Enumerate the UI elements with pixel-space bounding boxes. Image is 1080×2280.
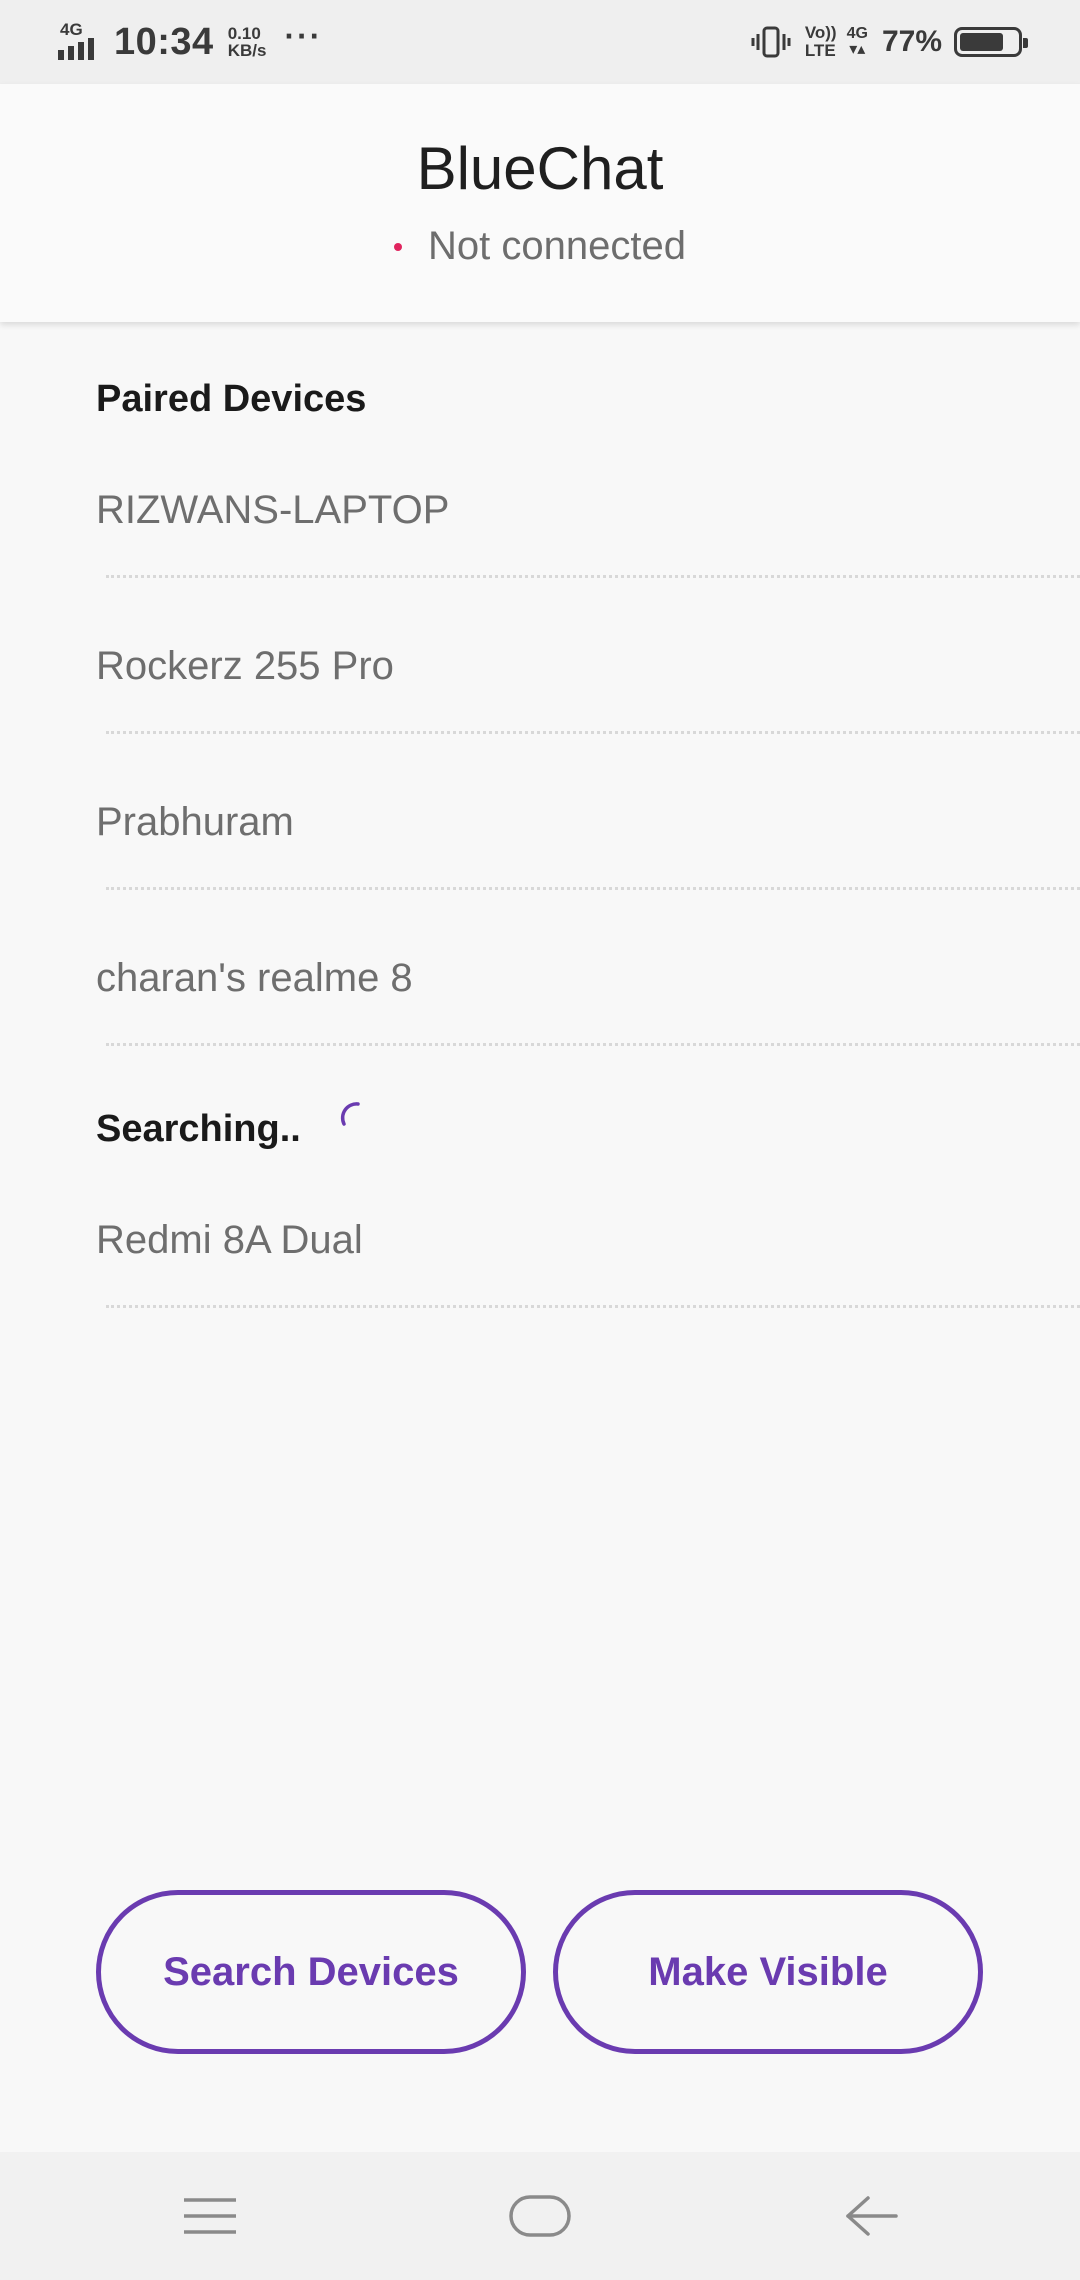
- divider: [106, 575, 1080, 578]
- status-bar: 4G 10:34 0.10 KB/s ··· Vo)) LTE 4G ▾▴ 77…: [0, 0, 1080, 84]
- vibrate-icon: [751, 26, 791, 58]
- searching-title: Searching..: [96, 1108, 301, 1150]
- back-icon[interactable]: [838, 2184, 902, 2248]
- found-device-item[interactable]: Redmi 8A Dual: [96, 1188, 1080, 1344]
- status-dot-icon: [394, 242, 403, 251]
- paired-device-item[interactable]: RIZWANS-LAPTOP: [96, 458, 1080, 614]
- connection-status: Not connected: [0, 224, 1080, 269]
- speed-unit: KB/s: [227, 41, 267, 60]
- device-name: RIZWANS-LAPTOP: [96, 488, 450, 532]
- device-name: charan's realme 8: [96, 956, 413, 1000]
- search-devices-button[interactable]: Search Devices: [96, 1890, 526, 2054]
- battery-percent: 77%: [881, 25, 942, 58]
- menu-icon[interactable]: [178, 2184, 242, 2248]
- divider: [106, 887, 1080, 890]
- home-icon[interactable]: [508, 2184, 572, 2248]
- make-visible-button[interactable]: Make Visible: [553, 1890, 983, 2054]
- data-arrows-icon: ▾▴: [849, 41, 866, 58]
- divider: [106, 1043, 1080, 1046]
- status-bar-right: Vo)) LTE 4G ▾▴ 77%: [751, 0, 1028, 84]
- signal-icon: 4G: [58, 20, 102, 62]
- paired-devices-title: Paired Devices: [96, 378, 367, 420]
- connection-status-text: Not connected: [428, 224, 686, 268]
- device-name: Prabhuram: [96, 800, 294, 844]
- divider: [106, 731, 1080, 734]
- volte-top: Vo)): [804, 23, 837, 42]
- app-title: BlueChat: [416, 135, 664, 202]
- battery-icon: [954, 27, 1028, 57]
- data-network-indicator: 4G ▾▴: [847, 26, 868, 58]
- more-notifications-icon: ···: [284, 17, 323, 54]
- screen: 4G 10:34 0.10 KB/s ··· Vo)) LTE 4G ▾▴ 77…: [0, 0, 1080, 2280]
- status-bar-left: 4G 10:34 0.10 KB/s ···: [58, 0, 322, 84]
- clock: 10:34: [114, 20, 214, 63]
- paired-device-item[interactable]: charan's realme 8: [96, 926, 1080, 1082]
- device-name: Redmi 8A Dual: [96, 1218, 363, 1262]
- navigation-bar: [0, 2152, 1080, 2280]
- divider: [106, 1305, 1080, 1308]
- net-type: 4G: [846, 25, 868, 42]
- network-speed: 0.10 KB/s: [228, 25, 267, 59]
- app-header: BlueChat Not connected: [0, 84, 1080, 322]
- volte-bottom: LTE: [804, 41, 836, 60]
- battery-fill: [960, 33, 1004, 51]
- paired-device-item[interactable]: Prabhuram: [96, 770, 1080, 926]
- network-tag: 4G: [60, 20, 83, 39]
- speed-value: 0.10: [227, 24, 261, 43]
- volte-indicator: Vo)) LTE: [805, 24, 837, 60]
- device-name: Rockerz 255 Pro: [96, 644, 394, 688]
- loading-spinner-icon: [340, 1102, 360, 1126]
- paired-device-item[interactable]: Rockerz 255 Pro: [96, 614, 1080, 770]
